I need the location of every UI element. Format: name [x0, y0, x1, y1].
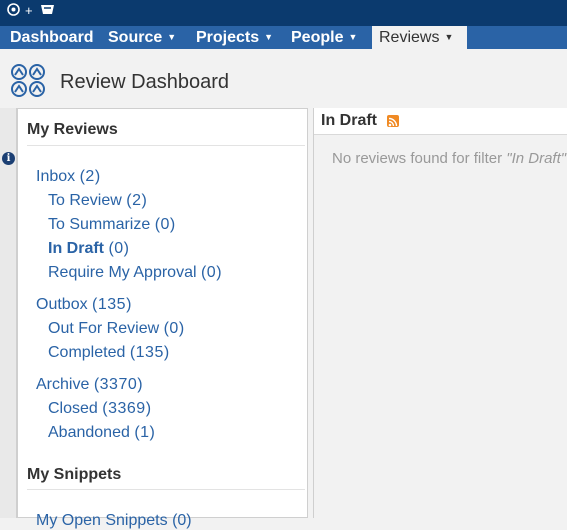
filter-completed[interactable]: Completed (135) — [48, 344, 170, 362]
filter-count: (135) — [129, 344, 170, 361]
nav-dashboard-label: Dashboard — [10, 29, 94, 46]
nav-reviews-label: Reviews — [379, 29, 440, 46]
left-info-strip: i — [0, 108, 17, 518]
bamboo-icon[interactable] — [7, 3, 20, 20]
info-icon[interactable]: i — [2, 152, 15, 165]
filter-count: (1) — [134, 424, 156, 441]
filter-label: In Draft — [48, 240, 104, 257]
filter-in-draft[interactable]: In Draft (0) — [48, 240, 130, 258]
nav-source-label: Source — [108, 29, 163, 46]
empty-state-prefix: No reviews found for filter — [332, 150, 507, 167]
filter-closed[interactable]: Closed (3369) — [48, 400, 152, 418]
nav-source[interactable]: Source ▼ — [108, 26, 176, 49]
nav-projects-label: Projects — [196, 29, 260, 46]
filter-count: (0) — [154, 216, 176, 233]
filter-label: Completed — [48, 344, 126, 361]
filter-out-for-review[interactable]: Out For Review (0) — [48, 320, 185, 338]
filter-archive[interactable]: Archive (3370) — [36, 376, 143, 394]
filter-label: Require My Approval — [48, 264, 197, 281]
page-title: Review Dashboard — [60, 71, 229, 93]
filter-require-my-approval[interactable]: Require My Approval (0) — [48, 264, 222, 282]
sidebar: My Reviews Inbox (2) To Review (2) To Su… — [17, 108, 308, 529]
filter-inbox[interactable]: Inbox (2) — [36, 168, 101, 186]
filter-count: (0) — [108, 240, 130, 257]
filter-label: To Summarize — [48, 216, 151, 233]
nav-people-label: People — [291, 29, 344, 46]
filter-my-open-snippets[interactable]: My Open Snippets (0) — [36, 512, 192, 530]
filter-label: To Review — [48, 192, 122, 209]
main-header: In Draft — [314, 108, 567, 135]
nav-people[interactable]: People ▼ — [291, 26, 357, 49]
divider — [27, 489, 305, 490]
filter-to-review[interactable]: To Review (2) — [48, 192, 147, 210]
filter-count: (0) — [200, 264, 223, 281]
filter-label: Abandoned — [48, 424, 130, 441]
filter-label: Outbox — [36, 296, 88, 313]
main-panel: In Draft No reviews found for filter "In… — [313, 108, 567, 518]
filter-outbox[interactable]: Outbox (135) — [36, 296, 132, 314]
filter-to-summarize[interactable]: To Summarize (0) — [48, 216, 176, 234]
nav-reviews[interactable]: Reviews ▼ — [372, 26, 467, 49]
crucible-icon[interactable] — [40, 3, 55, 20]
filter-label: Inbox — [36, 168, 76, 185]
filter-count: (135) — [92, 296, 132, 313]
plus-icon[interactable]: + — [25, 3, 33, 19]
filter-label: Archive — [36, 376, 90, 393]
filter-count: (3370) — [93, 376, 144, 393]
divider — [27, 145, 305, 146]
nav-dashboard[interactable]: Dashboard — [10, 26, 94, 49]
filter-count: (0) — [163, 320, 185, 337]
main-nav: Dashboard Source ▼ Projects ▼ People ▼ Revi… — [0, 26, 567, 49]
chevron-down-icon[interactable]: ▼ — [444, 26, 453, 49]
review-dashboard-icon — [10, 62, 47, 99]
my-reviews-heading: My Reviews — [27, 121, 118, 138]
chevron-down-icon[interactable]: ▼ — [167, 26, 176, 49]
filter-count: (2) — [126, 192, 148, 209]
page-header: Review Dashboard — [0, 49, 567, 109]
empty-state-message: No reviews found for filter "In Draft" — [332, 150, 566, 167]
empty-state-filter: "In Draft" — [506, 150, 567, 167]
nav-projects[interactable]: Projects ▼ — [196, 26, 273, 49]
my-snippets-heading: My Snippets — [27, 466, 122, 483]
chevron-down-icon[interactable]: ▼ — [264, 26, 273, 49]
filter-count: (3369) — [102, 400, 152, 417]
rss-icon[interactable] — [387, 115, 399, 127]
filter-abandoned[interactable]: Abandoned (1) — [48, 424, 155, 442]
filter-count: (2) — [79, 168, 101, 185]
chevron-down-icon[interactable]: ▼ — [348, 26, 357, 49]
filter-label: Out For Review — [48, 320, 160, 337]
filter-label: Closed — [48, 400, 98, 417]
main-title: In Draft — [321, 112, 377, 129]
top-strip: + — [0, 0, 567, 26]
